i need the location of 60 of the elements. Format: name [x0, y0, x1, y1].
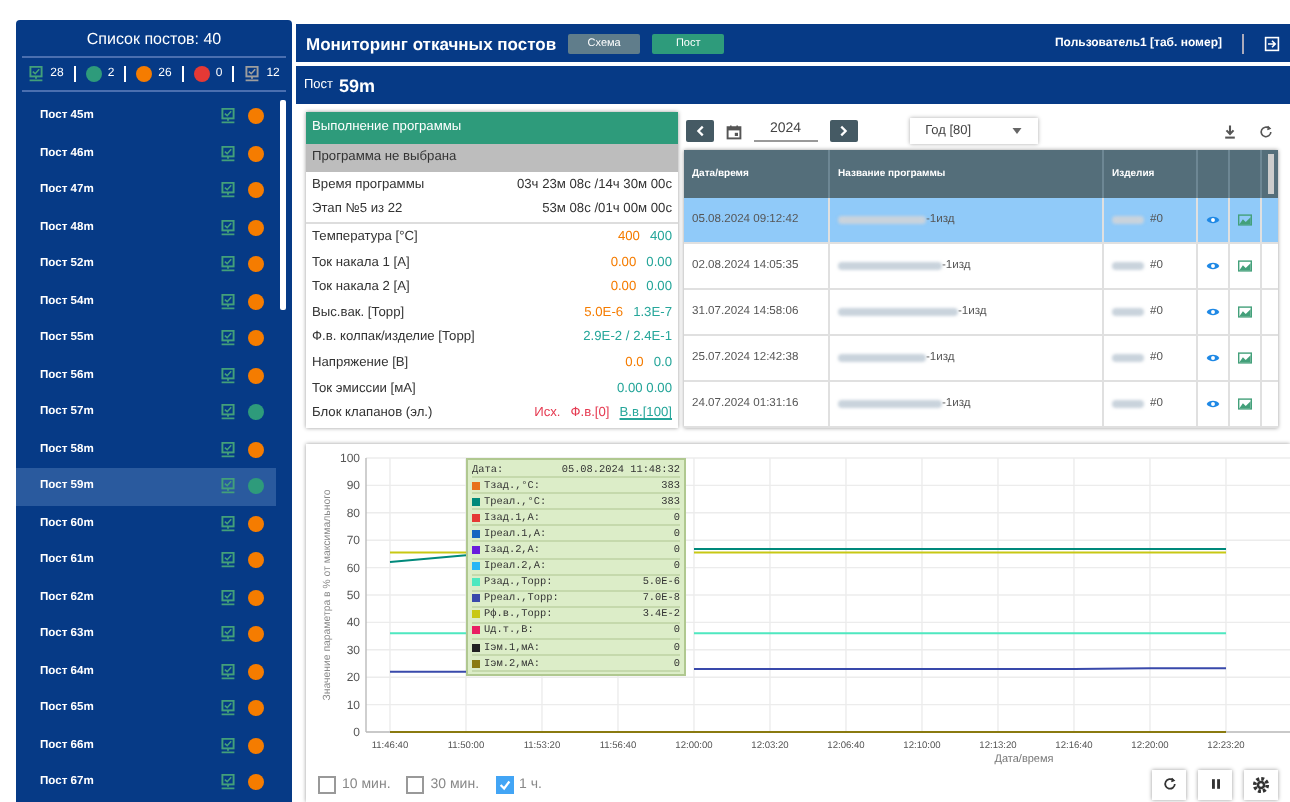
redacted-text — [838, 216, 926, 224]
download-icon[interactable] — [1222, 123, 1238, 139]
check-icon — [497, 777, 512, 791]
settings-icon — [1252, 775, 1270, 793]
refresh-icon[interactable] — [1258, 123, 1274, 139]
chart-icon[interactable] — [1238, 306, 1252, 318]
scrollbar[interactable] — [1268, 154, 1274, 194]
monitor-icon — [220, 737, 236, 754]
redacted-text — [838, 308, 958, 316]
settings-button[interactable] — [1244, 769, 1278, 799]
monitor-icon — [220, 441, 236, 458]
logout-icon[interactable] — [1264, 35, 1280, 51]
monitor-icon — [220, 552, 236, 569]
eye-icon[interactable] — [1206, 214, 1220, 226]
chevron-right-icon — [836, 124, 851, 138]
monitor-icon — [220, 626, 236, 643]
pause-icon — [1207, 776, 1223, 792]
monitor-icon — [220, 108, 236, 125]
sidebar-title: Список постов: 40 — [22, 20, 286, 58]
refresh-button[interactable] — [1152, 769, 1186, 799]
monitor-icon — [220, 330, 236, 347]
monitor-icon — [220, 404, 236, 421]
previous-button[interactable] — [686, 120, 714, 142]
next-button[interactable] — [829, 120, 858, 142]
redacted-text — [1112, 354, 1144, 362]
refresh-icon — [1161, 776, 1177, 792]
monitor-icon — [220, 700, 236, 717]
redacted-text — [1112, 262, 1144, 270]
calendar-icon[interactable] — [726, 123, 742, 139]
chevron-left-icon — [693, 124, 707, 138]
redacted-text — [838, 354, 926, 362]
scrollbar[interactable] — [280, 100, 286, 310]
monitor-icon — [220, 367, 236, 384]
monitor-icon — [220, 182, 236, 199]
monitor-icon — [220, 219, 236, 236]
eye-icon[interactable] — [1206, 352, 1220, 364]
app-title: Мониторинг откачных постов — [306, 33, 557, 53]
chart-icon[interactable] — [1238, 352, 1252, 364]
chart-icon[interactable] — [1238, 398, 1252, 410]
redacted-text — [838, 400, 942, 408]
monitor-icon — [220, 145, 236, 162]
post-name: 59m — [339, 75, 376, 95]
monitor-icon — [220, 256, 236, 273]
chart-icon[interactable] — [1238, 260, 1252, 272]
redacted-text — [1112, 216, 1144, 224]
eye-icon[interactable] — [1206, 306, 1220, 318]
monitor-icon — [220, 774, 236, 791]
monitor-icon — [220, 515, 236, 532]
monitor-icon — [220, 478, 236, 495]
redacted-text — [1112, 308, 1144, 316]
redacted-text — [838, 262, 942, 270]
monitor-icon — [220, 293, 236, 310]
eye-icon[interactable] — [1206, 398, 1220, 410]
monitor-icon — [220, 589, 236, 606]
redacted-text — [1112, 400, 1144, 408]
pause-button[interactable] — [1198, 769, 1232, 799]
chart-icon[interactable] — [1238, 214, 1252, 226]
eye-icon[interactable] — [1206, 260, 1220, 272]
caret-icon — [1011, 128, 1022, 134]
monitor-icon — [220, 663, 236, 680]
